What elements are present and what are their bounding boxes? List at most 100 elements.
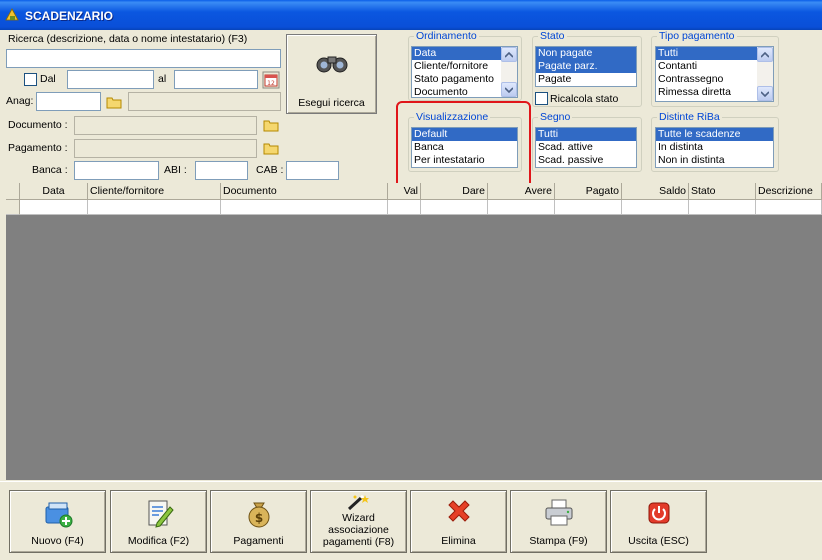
uscita-button[interactable]: Uscita (ESC) bbox=[610, 490, 707, 553]
column-header[interactable]: Stato bbox=[689, 183, 756, 200]
documento-label: Documento : bbox=[8, 119, 68, 131]
nuovo-button[interactable]: Nuovo (F4) bbox=[9, 490, 106, 553]
column-header[interactable]: Cliente/fornitore bbox=[88, 183, 221, 200]
column-header[interactable]: Saldo bbox=[622, 183, 689, 200]
bottom-toolbar: Nuovo (F4) Modifica (F2) $ Pagamenti Wiz… bbox=[0, 481, 822, 560]
column-header[interactable]: Avere bbox=[488, 183, 555, 200]
banca-label: Banca : bbox=[32, 164, 68, 176]
ricalcola-label: Ricalcola stato bbox=[550, 93, 619, 105]
table-row[interactable] bbox=[6, 200, 822, 215]
date-from-input[interactable] bbox=[67, 70, 154, 89]
delete-icon bbox=[447, 500, 470, 522]
anag-input[interactable] bbox=[36, 92, 101, 111]
stato-list[interactable]: Non pagate Pagate parz. Pagate bbox=[535, 46, 637, 87]
ordinamento-list[interactable]: Data Cliente/fornitore Stato pagamento D… bbox=[411, 46, 518, 98]
elimina-button[interactable]: Elimina bbox=[410, 490, 507, 553]
search-label: Ricerca (descrizione, data o nome intest… bbox=[8, 33, 248, 45]
app-icon bbox=[5, 8, 19, 21]
modifica-button[interactable]: Modifica (F2) bbox=[110, 490, 207, 553]
list-item[interactable]: Scad. passive bbox=[536, 154, 636, 167]
svg-text:12: 12 bbox=[267, 80, 275, 87]
folder-icon[interactable] bbox=[262, 139, 280, 157]
list-item[interactable]: Pagate parz. bbox=[536, 60, 636, 73]
column-header[interactable]: Pagato bbox=[555, 183, 622, 200]
banca-input[interactable] bbox=[74, 161, 159, 180]
ordinamento-legend: Ordinamento bbox=[416, 30, 477, 42]
column-header[interactable]: Descrizione bbox=[756, 183, 822, 200]
list-item[interactable]: Tutte le scadenze bbox=[656, 128, 773, 141]
anag-name-field bbox=[128, 92, 281, 111]
segno-list[interactable]: Tutti Scad. attive Scad. passive bbox=[535, 127, 637, 168]
row-header-corner bbox=[6, 183, 20, 200]
distinte-list[interactable]: Tutte le scadenze In distinta Non in dis… bbox=[655, 127, 774, 168]
scroll-up-icon[interactable] bbox=[757, 47, 773, 62]
list-item[interactable]: Scad. attive bbox=[536, 141, 636, 154]
scrollbar[interactable] bbox=[757, 47, 773, 101]
scrollbar[interactable] bbox=[501, 47, 517, 97]
tipo-pagamento-legend: Tipo pagamento bbox=[659, 30, 735, 42]
list-item[interactable]: Pagate bbox=[536, 73, 636, 86]
column-header[interactable]: Data bbox=[20, 183, 88, 200]
scroll-down-icon[interactable] bbox=[501, 82, 517, 97]
search-button[interactable]: Esegui ricerca bbox=[286, 34, 377, 114]
wizard-label: Wizard associazione pagamenti (F8) bbox=[322, 512, 395, 548]
printer-icon bbox=[545, 499, 572, 526]
segno-legend: Segno bbox=[540, 111, 571, 123]
pagamenti-button[interactable]: $ Pagamenti bbox=[210, 490, 307, 553]
edit-icon bbox=[148, 500, 174, 528]
uscita-label: Uscita (ESC) bbox=[628, 535, 689, 547]
wizard-button[interactable]: Wizard associazione pagamenti (F8) bbox=[310, 490, 407, 553]
stampa-button[interactable]: Stampa (F9) bbox=[510, 490, 607, 553]
highlight-box bbox=[396, 101, 531, 193]
list-item[interactable]: Rimessa diretta bbox=[656, 86, 773, 99]
new-record-icon bbox=[45, 502, 72, 528]
cab-label: CAB : bbox=[256, 164, 284, 176]
pagamento-label: Pagamento : bbox=[8, 142, 68, 154]
pagamenti-label: Pagamenti bbox=[233, 535, 284, 547]
nuovo-label: Nuovo (F4) bbox=[31, 535, 84, 547]
list-item[interactable]: In distinta bbox=[656, 141, 773, 154]
power-icon bbox=[648, 502, 669, 524]
grid-header: Data Cliente/fornitore Documento Val Dar… bbox=[6, 183, 822, 200]
svg-text:$: $ bbox=[254, 511, 262, 525]
column-header[interactable]: Documento bbox=[221, 183, 388, 200]
window-title: SCADENZARIO bbox=[25, 9, 114, 23]
documento-field bbox=[74, 116, 257, 135]
calendar-icon[interactable]: 12 bbox=[262, 71, 280, 89]
list-item[interactable]: Contrassegno bbox=[656, 73, 773, 86]
tipo-pagamento-list[interactable]: Tutti Contanti Contrassegno Rimessa dire… bbox=[655, 46, 774, 102]
al-label: al bbox=[158, 73, 167, 85]
abi-input[interactable] bbox=[195, 161, 248, 180]
column-header[interactable]: Dare bbox=[421, 183, 488, 200]
binoculars-icon bbox=[316, 56, 348, 73]
pagamento-field bbox=[74, 139, 257, 158]
stato-legend: Stato bbox=[540, 30, 565, 42]
ricalcola-checkbox[interactable] bbox=[535, 92, 548, 105]
list-item[interactable]: Contanti bbox=[656, 60, 773, 73]
list-item[interactable]: Non in distinta bbox=[656, 154, 773, 167]
title-bar: SCADENZARIO bbox=[0, 0, 822, 30]
list-item[interactable]: Non pagate bbox=[536, 47, 636, 60]
stampa-label: Stampa (F9) bbox=[529, 535, 588, 547]
elimina-label: Elimina bbox=[441, 535, 476, 547]
dal-label: Dal bbox=[40, 73, 56, 85]
list-item[interactable]: Tutti bbox=[656, 47, 773, 60]
folder-icon[interactable] bbox=[262, 116, 280, 134]
folder-icon[interactable] bbox=[105, 93, 123, 111]
scroll-up-icon[interactable] bbox=[501, 47, 517, 62]
abi-label: ABI : bbox=[164, 164, 187, 176]
modifica-label: Modifica (F2) bbox=[127, 535, 190, 547]
dal-checkbox[interactable] bbox=[24, 73, 37, 86]
magic-wand-icon bbox=[347, 494, 369, 511]
search-button-label: Esegui ricerca bbox=[298, 97, 365, 109]
date-to-input[interactable] bbox=[174, 70, 258, 89]
search-input[interactable] bbox=[6, 49, 281, 68]
column-header[interactable]: Val bbox=[388, 183, 421, 200]
money-bag-icon: $ bbox=[248, 502, 269, 528]
scroll-down-icon[interactable] bbox=[757, 86, 773, 101]
distinte-legend: Distinte RiBa bbox=[659, 111, 720, 123]
anag-label: Anag: bbox=[6, 95, 34, 107]
scadenze-grid[interactable]: Data Cliente/fornitore Documento Val Dar… bbox=[6, 183, 822, 480]
cab-input[interactable] bbox=[286, 161, 339, 180]
list-item[interactable]: Tutti bbox=[536, 128, 636, 141]
